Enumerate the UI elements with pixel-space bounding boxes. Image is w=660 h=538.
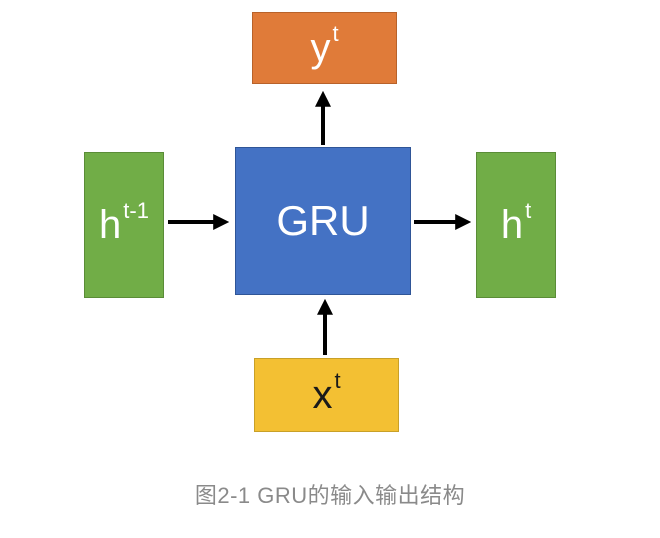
hidden-state-prev-sup: t-1 [123, 198, 149, 223]
hidden-state-prev-node: h t-1 [84, 152, 164, 298]
input-node-sup: t [334, 368, 341, 393]
input-node-base: x [312, 372, 333, 417]
gru-cell-node: GRU [235, 147, 411, 295]
output-node-base: y [310, 25, 331, 70]
gru-cell-label: GRU [276, 197, 370, 244]
output-node-sup: t [332, 21, 339, 46]
input-node-x: xt [254, 358, 399, 432]
figure-caption: 图2-1 GRU的输入输出结构 [194, 483, 466, 508]
hidden-state-next-sup: t [525, 198, 532, 223]
hidden-state-prev-base: h [99, 202, 122, 247]
hidden-state-next-base: h [500, 202, 524, 247]
hidden-state-next-node: ht [476, 152, 556, 298]
output-node-y: yt [252, 12, 397, 84]
